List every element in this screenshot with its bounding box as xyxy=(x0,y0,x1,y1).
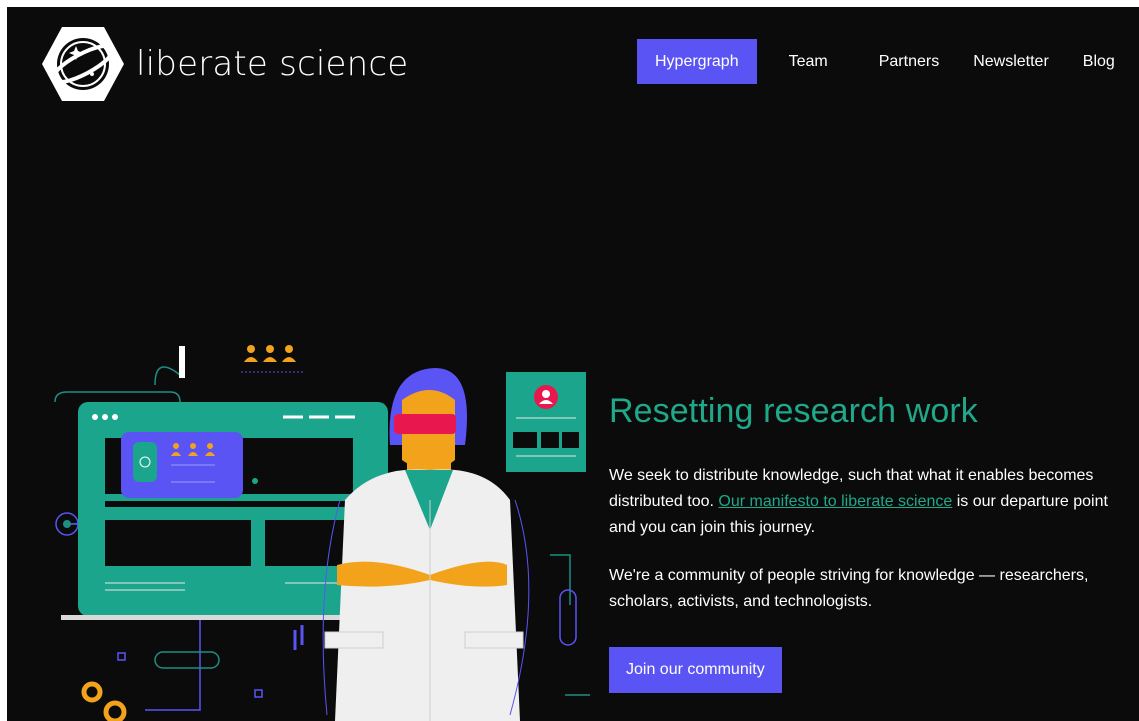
hero-section: Resetting research work We seek to distr… xyxy=(609,392,1139,693)
page-top-border xyxy=(0,0,1139,7)
nav-item-blog[interactable]: Blog xyxy=(1066,39,1132,84)
nav-item-newsletter[interactable]: Newsletter xyxy=(956,39,1066,84)
join-community-button[interactable]: Join our community xyxy=(609,647,782,693)
hero-illustration xyxy=(54,345,590,721)
manifesto-link[interactable]: Our manifesto to liberate science xyxy=(718,493,952,510)
hero-paragraph-2: We're a community of people striving for… xyxy=(609,567,1089,610)
main-nav: Hypergraph Team Partners Newsletter Blog xyxy=(637,39,1132,84)
monitor-graphic xyxy=(61,402,388,620)
nav-item-partners[interactable]: Partners xyxy=(862,39,956,84)
nav-item-hypergraph[interactable]: Hypergraph xyxy=(637,39,757,84)
page-left-border xyxy=(0,0,7,721)
hero-paragraph-1: We seek to distribute knowledge, such th… xyxy=(609,463,1139,541)
nav-item-team[interactable]: Team xyxy=(772,39,845,84)
profile-icon xyxy=(506,372,586,472)
gear-icon xyxy=(81,681,127,721)
people-icon xyxy=(244,345,296,362)
logo-mark-icon xyxy=(42,27,124,101)
hero-title: Resetting research work xyxy=(609,392,978,430)
logo-text: liberate science xyxy=(136,44,409,84)
site-logo[interactable]: liberate science xyxy=(40,24,408,104)
white-bar xyxy=(179,346,185,378)
